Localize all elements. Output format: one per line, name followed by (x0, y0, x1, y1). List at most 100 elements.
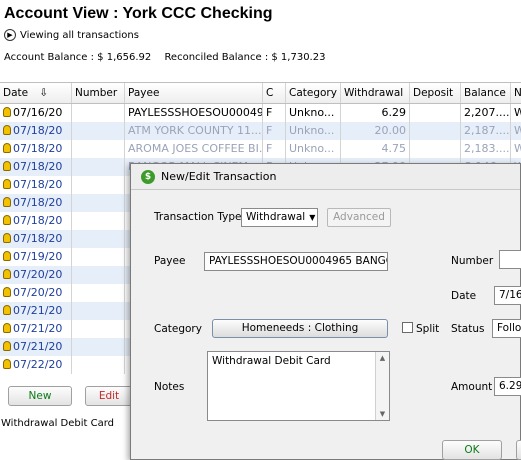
date-field[interactable]: 7/16 (494, 286, 521, 305)
category-label: Category (154, 323, 202, 335)
dropdown-arrow-icon: ▼ (309, 213, 316, 222)
table-row[interactable]: 07/18/20 AROMA JOES COFFEE BI... F Unkno...… (0, 140, 521, 158)
cell-number (72, 194, 125, 212)
lightbulb-icon (3, 125, 11, 135)
cell-date: 07/22/20 (0, 356, 72, 374)
advanced-button[interactable]: Advanced (327, 208, 391, 227)
cell-category: Unkno... (286, 140, 341, 158)
cell-c: F (263, 104, 286, 122)
cell-number (72, 266, 125, 284)
cell-date: 07/21/20 (0, 320, 72, 338)
date-label: Date (451, 290, 477, 302)
new-transaction-button[interactable]: New (8, 386, 72, 406)
date-text: 07/21/20 (13, 340, 63, 353)
transaction-type-label: Transaction Type (154, 211, 242, 223)
view-filter-label: Viewing all transactions (20, 29, 139, 41)
scroll-down-arrow-icon[interactable]: ▼ (376, 410, 389, 418)
column-header-withdrawal[interactable]: Withdrawal (341, 83, 410, 103)
dialog-titlebar[interactable]: $ New/Edit Transaction (131, 164, 520, 190)
date-text: 07/21/20 (13, 304, 63, 317)
lightbulb-icon (3, 179, 11, 189)
cell-number (72, 122, 125, 140)
payee-field[interactable]: PAYLESSSHOESOU0004965 BANGOR ME (204, 252, 388, 271)
cell-balance: 2,183.... (461, 140, 511, 158)
cell-number (72, 302, 125, 320)
play-circle-icon[interactable]: ▶ (4, 29, 16, 41)
column-header-c[interactable]: C (263, 83, 286, 103)
cell-note: Wit (511, 122, 521, 140)
table-row[interactable]: 07/18/20 ATM YORK COUNTY 11... F Unkno... 20… (0, 122, 521, 140)
split-checkbox[interactable] (402, 322, 413, 333)
lightbulb-icon (3, 341, 11, 351)
lightbulb-icon (3, 269, 11, 279)
column-header-category[interactable]: Category (286, 83, 341, 103)
column-header-date-label: Date (3, 87, 29, 99)
cell-category: Unkno... (286, 104, 341, 122)
lightbulb-icon (3, 305, 11, 315)
status-select[interactable]: Follow (492, 319, 521, 338)
cell-payee: ATM YORK COUNTY 11... (125, 122, 263, 140)
transaction-type-select[interactable]: Withdrawal ▼ (241, 208, 318, 227)
lightbulb-icon (3, 359, 11, 369)
reconciled-balance: Reconciled Balance : $ 1,730.23 (164, 52, 326, 63)
balance-summary: Account Balance : $ 1,656.92 Reconciled … (4, 52, 325, 63)
scroll-up-arrow-icon[interactable]: ▲ (376, 354, 389, 362)
column-header-deposit[interactable]: Deposit (410, 83, 461, 103)
cell-number (72, 248, 125, 266)
column-header-number[interactable]: Number (72, 83, 125, 103)
view-filter[interactable]: ▶ Viewing all transactions (4, 29, 139, 41)
cell-deposit (410, 140, 461, 158)
amount-field[interactable]: 6.29 (494, 377, 521, 396)
notes-scrollbar[interactable]: ▲ ▼ (375, 352, 389, 420)
cell-number (72, 158, 125, 176)
notes-label: Notes (154, 381, 185, 393)
column-header-date[interactable]: Date ⇩ (0, 83, 72, 103)
cell-date: 07/18/20 (0, 158, 72, 176)
cell-withdrawal: 4.75 (341, 140, 410, 158)
date-text: 07/18/20 (13, 142, 63, 155)
cell-date: 07/20/20 (0, 284, 72, 302)
date-text: 07/16/20 (13, 106, 63, 119)
status-label: Status (451, 323, 485, 335)
table-row[interactable]: 07/16/20 PAYLESSSHOESOU00049... F Unkno... 6… (0, 104, 521, 122)
date-text: 07/22/20 (13, 358, 63, 371)
date-text: 07/18/20 (13, 196, 63, 209)
cell-number (72, 320, 125, 338)
lightbulb-icon (3, 143, 11, 153)
column-header-payee[interactable]: Payee (125, 83, 263, 103)
cell-date: 07/20/20 (0, 266, 72, 284)
cell-category: Unkno... (286, 122, 341, 140)
cell-c: F (263, 122, 286, 140)
transaction-type-value: Withdrawal (246, 211, 306, 223)
cell-number (72, 230, 125, 248)
selected-memo: Withdrawal Debit Card (1, 418, 115, 429)
cell-date: 07/16/20 (0, 104, 72, 122)
cell-number (72, 284, 125, 302)
lightbulb-icon (3, 287, 11, 297)
cell-number (72, 356, 125, 374)
date-text: 07/18/20 (13, 124, 63, 137)
cell-balance: 2,187.... (461, 122, 511, 140)
lightbulb-icon (3, 161, 11, 171)
cell-date: 07/18/20 (0, 212, 72, 230)
cell-payee: PAYLESSSHOESOU00049... (125, 104, 263, 122)
category-button[interactable]: Homeneeds : Clothing (212, 319, 388, 338)
number-field[interactable] (499, 250, 521, 269)
dollar-icon: $ (141, 169, 155, 184)
cancel-button[interactable] (516, 440, 521, 460)
cell-number (72, 212, 125, 230)
column-header-balance[interactable]: Balance (461, 83, 511, 103)
cell-date: 07/18/20 (0, 230, 72, 248)
notes-text: Withdrawal Debit Card (212, 355, 331, 367)
cell-date: 07/18/20 (0, 194, 72, 212)
number-label: Number (451, 255, 494, 267)
cell-withdrawal: 6.29 (341, 104, 410, 122)
table-header: Date ⇩ Number Payee C Category Withdrawa… (0, 83, 521, 104)
cell-deposit (410, 122, 461, 140)
ok-button[interactable]: OK (442, 440, 502, 460)
column-header-notes[interactable]: Not (511, 83, 521, 103)
notes-textarea[interactable]: Withdrawal Debit Card ▲ ▼ (207, 351, 390, 421)
lightbulb-icon (3, 323, 11, 333)
edit-transaction-button[interactable]: Edit (85, 386, 133, 406)
cell-date: 07/21/20 (0, 338, 72, 356)
